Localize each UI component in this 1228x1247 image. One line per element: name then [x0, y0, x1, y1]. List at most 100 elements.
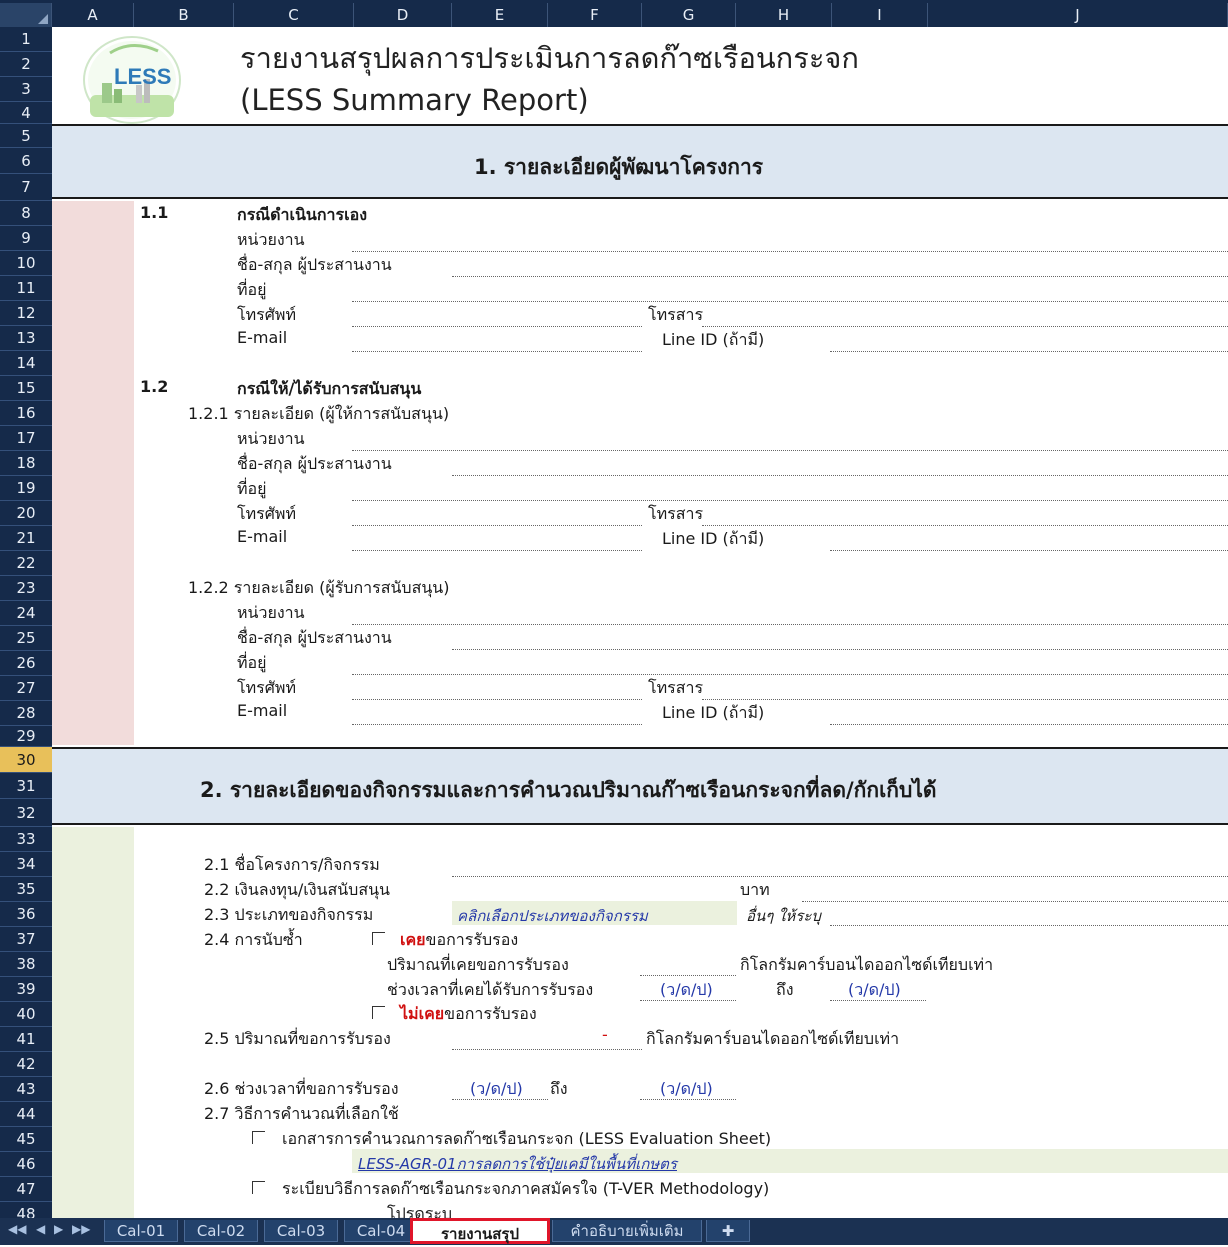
- s122-line-field[interactable]: [830, 724, 1228, 725]
- s122-coordinator-field[interactable]: [452, 649, 1228, 650]
- row-header-42[interactable]: 42: [0, 1052, 52, 1077]
- tab-cal-04[interactable]: Cal-04: [344, 1220, 418, 1242]
- row-header-2[interactable]: 2: [0, 52, 52, 77]
- s11-phone-field[interactable]: [352, 326, 642, 327]
- row-header-26[interactable]: 26: [0, 651, 52, 676]
- item21-field[interactable]: [452, 876, 1228, 877]
- row-header-36[interactable]: 36: [0, 902, 52, 927]
- column-header-g[interactable]: G: [642, 3, 736, 27]
- row-header-32[interactable]: 32: [0, 799, 52, 827]
- s121-coordinator-field[interactable]: [452, 475, 1228, 476]
- prev-sheet-icon[interactable]: ◀: [36, 1222, 45, 1236]
- row-header-18[interactable]: 18: [0, 451, 52, 476]
- s11-email-field[interactable]: [352, 351, 642, 352]
- row-header-13[interactable]: 13: [0, 326, 52, 351]
- row-header-7[interactable]: 7: [0, 174, 52, 201]
- last-sheet-icon[interactable]: ▶▶: [72, 1222, 90, 1236]
- row-header-38[interactable]: 38: [0, 952, 52, 977]
- first-sheet-icon[interactable]: ◀◀: [8, 1222, 26, 1236]
- row-header-4[interactable]: 4: [0, 102, 52, 124]
- row-header-24[interactable]: 24: [0, 601, 52, 626]
- row-header-30[interactable]: 30: [0, 747, 52, 773]
- row-header-11[interactable]: 11: [0, 276, 52, 301]
- s11-line-field[interactable]: [830, 351, 1228, 352]
- s122-phone-field[interactable]: [352, 699, 642, 700]
- row-header-23[interactable]: 23: [0, 576, 52, 601]
- ever-amount-field[interactable]: [640, 975, 736, 976]
- row-header-28[interactable]: 28: [0, 701, 52, 726]
- row-header-20[interactable]: 20: [0, 501, 52, 526]
- s122-address-field[interactable]: [352, 674, 1228, 675]
- row-header-8[interactable]: 8: [0, 201, 52, 226]
- item22-extra-field[interactable]: [802, 901, 1228, 902]
- s121-address-field[interactable]: [352, 500, 1228, 501]
- method1-checkbox[interactable]: [252, 1131, 265, 1144]
- column-header-e[interactable]: E: [452, 3, 548, 27]
- never-checkbox[interactable]: [372, 1006, 385, 1019]
- column-header-j[interactable]: J: [928, 3, 1228, 27]
- s11-fax-field[interactable]: [702, 326, 1228, 327]
- row-header-44[interactable]: 44: [0, 1102, 52, 1127]
- select-all-corner[interactable]: [0, 3, 52, 27]
- s122-fax-field[interactable]: [702, 699, 1228, 700]
- row-header-6[interactable]: 6: [0, 148, 52, 174]
- row-header-25[interactable]: 25: [0, 626, 52, 651]
- row-header-29[interactable]: 29: [0, 726, 52, 747]
- tab-summary-report[interactable]: รายงานสรุป: [410, 1218, 550, 1244]
- row-header-31[interactable]: 31: [0, 773, 52, 799]
- s121-fax-field[interactable]: [702, 525, 1228, 526]
- s11-agency-field[interactable]: [352, 251, 1228, 252]
- row-header-47[interactable]: 47: [0, 1177, 52, 1202]
- s122-agency-field[interactable]: [352, 624, 1228, 625]
- row-header-14[interactable]: 14: [0, 351, 52, 376]
- column-header-h[interactable]: H: [736, 3, 832, 27]
- row-header-3[interactable]: 3: [0, 77, 52, 102]
- column-header-f[interactable]: F: [548, 3, 642, 27]
- row-header-12[interactable]: 12: [0, 301, 52, 326]
- column-header-a[interactable]: A: [52, 3, 134, 27]
- next-sheet-icon[interactable]: ▶: [54, 1222, 63, 1236]
- s121-phone-field[interactable]: [352, 525, 642, 526]
- row-header-39[interactable]: 39: [0, 977, 52, 1002]
- tab-additional-notes[interactable]: คำอธิบายเพิ่มเติม: [552, 1220, 702, 1242]
- tab-cal-02[interactable]: Cal-02: [184, 1220, 258, 1242]
- row-header-43[interactable]: 43: [0, 1077, 52, 1102]
- tab-cal-03[interactable]: Cal-03: [264, 1220, 338, 1242]
- s121-line-field[interactable]: [830, 550, 1228, 551]
- column-header-b[interactable]: B: [134, 3, 234, 27]
- tab-cal-01[interactable]: Cal-01: [104, 1220, 178, 1242]
- row-header-5[interactable]: 5: [0, 124, 52, 148]
- row-header-21[interactable]: 21: [0, 526, 52, 551]
- row-header-27[interactable]: 27: [0, 676, 52, 701]
- row-header-22[interactable]: 22: [0, 551, 52, 576]
- s121-agency-field[interactable]: [352, 450, 1228, 451]
- row-header-46[interactable]: 46: [0, 1152, 52, 1177]
- s11-coordinator-field[interactable]: [452, 276, 1228, 277]
- row-header-10[interactable]: 10: [0, 251, 52, 276]
- row-header-19[interactable]: 19: [0, 476, 52, 501]
- row-header-41[interactable]: 41: [0, 1027, 52, 1052]
- column-header-c[interactable]: C: [234, 3, 354, 27]
- row-header-34[interactable]: 34: [0, 852, 52, 877]
- insert-sheet-icon[interactable]: ✚: [706, 1220, 750, 1242]
- spreadsheet-grid[interactable]: LESS รายงานสรุปผลการประเมินการลดก๊าซเรือ…: [52, 27, 1228, 1218]
- s11-address-field[interactable]: [352, 301, 1228, 302]
- row-header-16[interactable]: 16: [0, 401, 52, 426]
- column-header-i[interactable]: I: [832, 3, 928, 27]
- row-header-9[interactable]: 9: [0, 226, 52, 251]
- row-header-37[interactable]: 37: [0, 927, 52, 952]
- method2-checkbox[interactable]: [252, 1181, 265, 1194]
- row-header-17[interactable]: 17: [0, 426, 52, 451]
- s122-email-field[interactable]: [352, 724, 642, 725]
- column-header-d[interactable]: D: [354, 3, 452, 27]
- row-header-40[interactable]: 40: [0, 1002, 52, 1027]
- s121-email-field[interactable]: [352, 550, 642, 551]
- item25-field[interactable]: [452, 1049, 642, 1050]
- row-header-33[interactable]: 33: [0, 827, 52, 852]
- row-header-35[interactable]: 35: [0, 877, 52, 902]
- row-header-1[interactable]: 1: [0, 27, 52, 52]
- ever-checkbox[interactable]: [372, 932, 385, 945]
- row-header-45[interactable]: 45: [0, 1127, 52, 1152]
- other-specify-field[interactable]: [830, 925, 1228, 926]
- row-header-15[interactable]: 15: [0, 376, 52, 401]
